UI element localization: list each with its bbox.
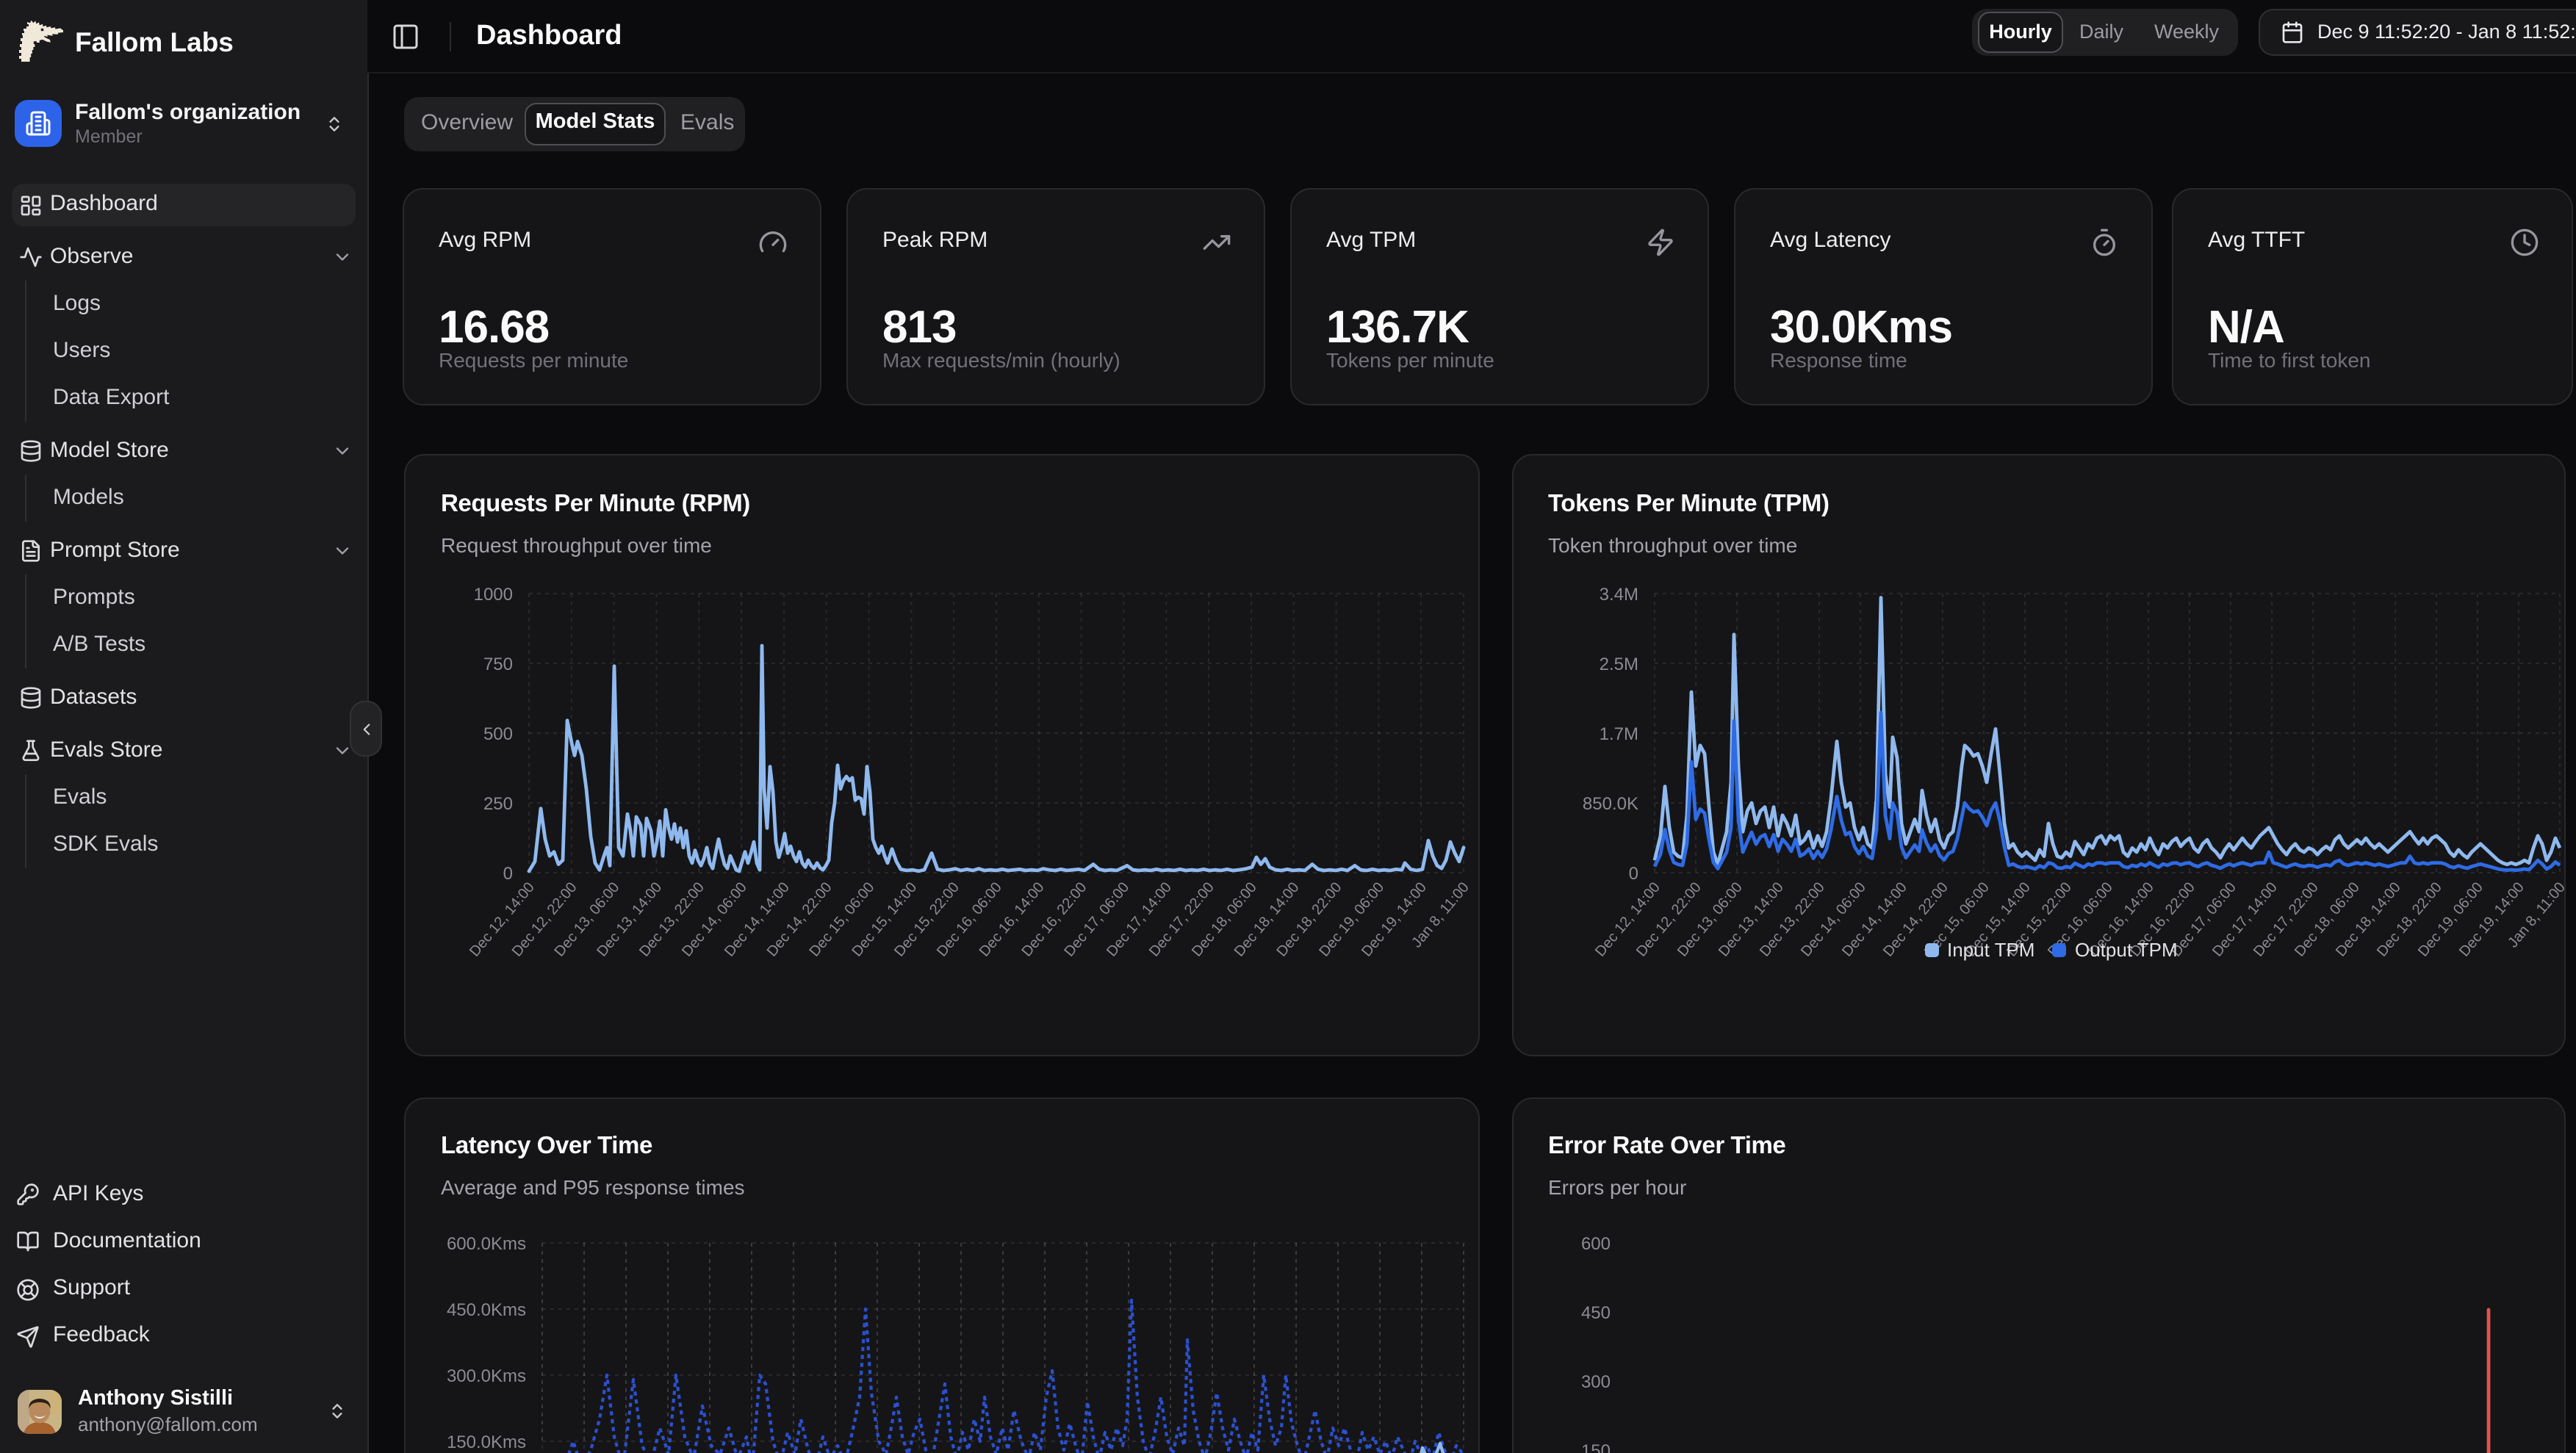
svg-text:750: 750 [483,655,513,674]
svg-text:2.5M: 2.5M [1600,655,1638,674]
svg-text:450.0Kms: 450.0Kms [447,1300,526,1320]
svg-text:3.4M: 3.4M [1600,585,1638,605]
svg-text:150: 150 [1581,1441,1611,1453]
svg-text:600.0Kms: 600.0Kms [447,1234,526,1254]
svg-text:Input TPM: Input TPM [1947,939,2034,961]
svg-text:150.0Kms: 150.0Kms [447,1432,526,1452]
svg-text:250: 250 [483,794,513,814]
svg-text:0: 0 [1629,864,1638,884]
svg-text:500: 500 [483,724,513,744]
svg-text:850.0K: 850.0K [1583,794,1638,814]
svg-text:1000: 1000 [474,585,513,605]
svg-text:300.0Kms: 300.0Kms [447,1366,526,1386]
svg-text:1.7M: 1.7M [1600,724,1638,744]
svg-text:450: 450 [1581,1303,1611,1323]
svg-text:0: 0 [503,864,513,884]
svg-text:Output TPM: Output TPM [2075,939,2178,961]
svg-text:600: 600 [1581,1234,1611,1254]
svg-text:300: 300 [1581,1372,1611,1392]
